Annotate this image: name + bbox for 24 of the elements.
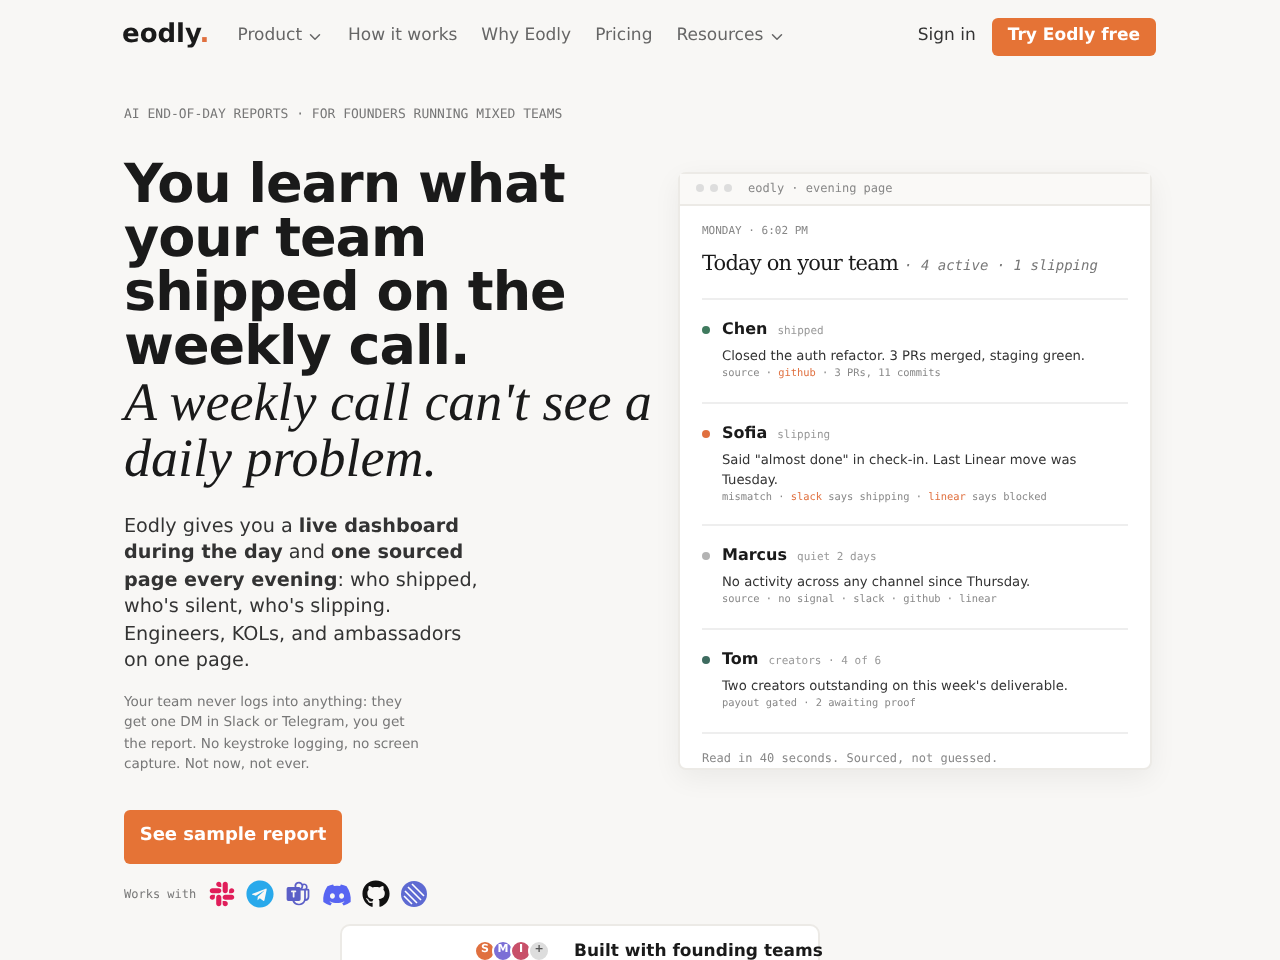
- nav-link[interactable]: How it works: [348, 23, 458, 49]
- nav-link[interactable]: Product: [237, 23, 325, 49]
- telegram-icon: [246, 880, 275, 909]
- teams-icon: [284, 880, 313, 909]
- github-icon: [362, 880, 391, 909]
- discord-icon: [322, 879, 353, 910]
- headline: You learn what your team shipped on the weekly call.: [124, 157, 568, 374]
- person-name: Marcus: [722, 544, 788, 569]
- linear-icon: [400, 880, 429, 909]
- report-title: Today on your team: [702, 250, 899, 281]
- person-name: Tom: [722, 648, 759, 673]
- person-name: Chen: [722, 317, 768, 342]
- nav-link[interactable]: Resources: [676, 23, 786, 49]
- logo[interactable]: eodly.: [122, 16, 210, 56]
- nav-link[interactable]: Pricing: [595, 23, 653, 49]
- nav-link[interactable]: Why Eodly: [481, 23, 572, 49]
- try-free-button[interactable]: Try Eodly free: [991, 17, 1156, 55]
- sign-in-link[interactable]: Sign in: [917, 23, 976, 49]
- headline-serif: A weekly call can't see a daily problem.: [124, 373, 654, 486]
- slack-icon: [208, 880, 237, 909]
- see-sample-report-button[interactable]: See sample report: [124, 809, 342, 864]
- lead-paragraph: Eodly gives you a live dashboard during the day and one sourced page every evening: who shipped, who's silent, who's slipping. Engineers, KOLs, and ambassadors on one page.: [124, 513, 480, 676]
- person-name: Sofia: [722, 421, 768, 446]
- founders-label: Built with founding teams: [574, 940, 823, 960]
